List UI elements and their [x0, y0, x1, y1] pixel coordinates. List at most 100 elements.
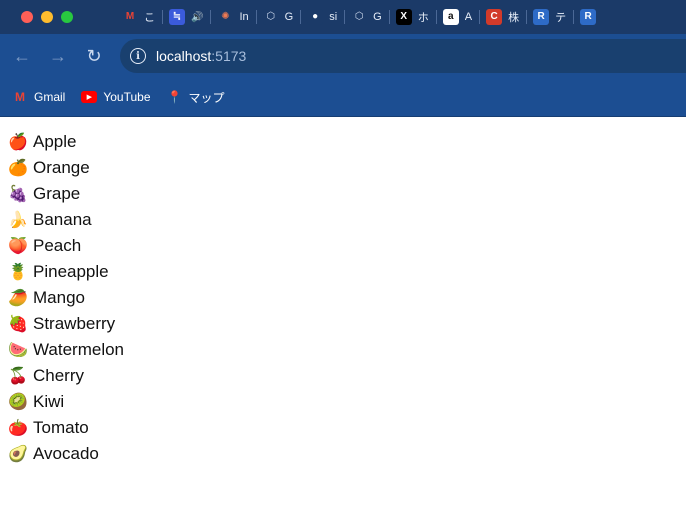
bookmark-maps[interactable]: 📍 マップ — [167, 89, 225, 106]
tab-title: A — [464, 11, 473, 23]
browser-tab[interactable]: ● si — [300, 6, 344, 28]
address-bar[interactable]: i localhost:5173 — [120, 39, 686, 73]
browser-tab[interactable]: Mこ — [115, 6, 162, 28]
tab-title: G — [373, 11, 382, 23]
c-icon: C — [486, 9, 503, 25]
fruit-emoji-icon: 🍓 — [8, 316, 28, 333]
speaker-icon[interactable]: 🔊 — [191, 12, 203, 23]
fruit-label: Grape — [33, 184, 81, 203]
tab-title: G — [284, 11, 294, 23]
bookmark-label: YouTube — [103, 90, 151, 104]
browser-tab[interactable]: aA — [435, 6, 479, 28]
list-item: 🍊 Orange — [8, 155, 686, 181]
fruit-emoji-icon: 🍒 — [8, 368, 28, 385]
browser-tab[interactable]: ≒ 🔊 — [162, 6, 210, 28]
gmail-icon: M — [15, 90, 25, 104]
list-item: 🍍 Pineapple — [8, 259, 686, 285]
list-item: 🍎 Apple — [8, 129, 686, 155]
fruit-emoji-icon: 🍅 — [8, 420, 28, 437]
burst-icon: ✺ — [217, 9, 234, 25]
fruit-emoji-icon: 🍊 — [8, 160, 28, 177]
fruit-list: 🍎 Apple 🍊 Orange 🍇 Grape 🍌 Banana 🍑 Peach 🍍 Pineapp… — [8, 129, 686, 467]
list-item: 🍉 Watermelon — [8, 337, 686, 363]
fullscreen-window-button[interactable] — [61, 11, 73, 23]
tab-title: 株 — [508, 12, 520, 24]
window-controls — [0, 11, 101, 23]
tab-title: In — [239, 11, 249, 23]
fruit-label: Kiwi — [33, 392, 65, 411]
list-item: 🥑 Avocado — [8, 441, 686, 467]
fruit-emoji-icon: 🍍 — [8, 264, 28, 281]
tab-list: M こ ≒ 🔊 ✺ In ⬡ G ● si ⬡ G X ホ a A C 株 R テ R — [115, 6, 603, 28]
list-item: 🍒 Cherry — [8, 363, 686, 389]
browser-tab[interactable]: ⬡ G — [344, 6, 389, 28]
tab-title: テ — [555, 12, 567, 24]
fruit-label: Watermelon — [33, 340, 125, 359]
fruit-label: Pineapple — [33, 262, 109, 281]
page-content: 🍎 Apple 🍊 Orange 🍇 Grape 🍌 Banana 🍑 Peach 🍍 Pineapp… — [0, 117, 686, 467]
fruit-emoji-icon: 🍌 — [8, 212, 28, 229]
back-button[interactable]: ← — [4, 38, 40, 74]
hexagon-icon: ⬡ — [351, 9, 368, 25]
list-item: 🍓 Strawberry — [8, 311, 686, 337]
fruit-emoji-icon: 🍉 — [8, 342, 28, 359]
x-icon: X — [395, 9, 412, 25]
browser-tab[interactable]: R — [573, 6, 603, 28]
url-host: localhost — [156, 48, 212, 64]
github-icon: ● — [307, 9, 324, 25]
list-item: 🍌 Banana — [8, 207, 686, 233]
bookmark-label: マップ — [188, 90, 225, 105]
fruit-label: Cherry — [33, 366, 85, 385]
fruit-emoji-icon: 🍑 — [8, 238, 28, 255]
fruit-label: Peach — [33, 236, 82, 255]
list-item: 🥝 Kiwi — [8, 389, 686, 415]
fruit-label: Banana — [33, 210, 92, 229]
youtube-icon: ▶ — [81, 91, 98, 103]
list-item: 🍑 Peach — [8, 233, 686, 259]
list-item: 🍇 Grape — [8, 181, 686, 207]
fruit-label: Tomato — [33, 418, 89, 437]
fruit-emoji-icon: 🥑 — [8, 446, 28, 463]
browser-tab[interactable]: Rテ — [526, 6, 573, 28]
arrow-left-icon: ← — [13, 45, 31, 66]
forward-button[interactable]: → — [40, 38, 76, 74]
close-window-button[interactable] — [21, 11, 33, 23]
fruit-label: Strawberry — [33, 314, 116, 333]
list-item: 🍅 Tomato — [8, 415, 686, 441]
tab-title: si — [329, 11, 338, 23]
fruit-emoji-icon: 🍇 — [8, 186, 28, 203]
browser-toolbar: ← → ↻ i localhost:5173 — [0, 34, 686, 78]
amazon-icon: a — [442, 9, 459, 25]
minimize-window-button[interactable] — [41, 11, 53, 23]
list-item: 🥭 Mango — [8, 285, 686, 311]
bookmark-youtube[interactable]: ▶ YouTube — [81, 90, 151, 104]
url-text: localhost:5173 — [156, 48, 246, 64]
bookmark-label: Gmail — [34, 90, 66, 104]
r-icon: R — [580, 9, 597, 25]
browser-tab[interactable]: Xホ — [388, 6, 436, 28]
gmail-icon: M — [122, 9, 138, 25]
tab-title: ホ — [417, 12, 429, 24]
reload-icon: ↻ — [86, 45, 102, 66]
fruit-emoji-icon: 🥝 — [8, 394, 28, 411]
browser-tab[interactable]: ✺ In — [210, 6, 255, 28]
bookmarks-bar: M Gmail ▶ YouTube 📍 マップ — [0, 78, 686, 117]
fruit-label: Orange — [33, 158, 90, 177]
reload-button[interactable]: ↻ — [76, 38, 112, 74]
fruit-emoji-icon: 🥭 — [8, 290, 28, 307]
hexagon-icon: ⬡ — [262, 9, 279, 25]
browser-chrome: M こ ≒ 🔊 ✺ In ⬡ G ● si ⬡ G X ホ a A C 株 R テ R ← → ↻ i localhos… — [0, 0, 686, 117]
fruit-emoji-icon: 🍎 — [8, 134, 28, 151]
maps-pin-icon: 📍 — [167, 90, 182, 104]
tab-title: こ — [144, 12, 155, 24]
fruit-label: Avocado — [33, 444, 99, 463]
fruit-label: Mango — [33, 288, 85, 307]
arrow-right-icon: → — [49, 45, 67, 66]
audio-app-icon: ≒ — [169, 9, 185, 25]
browser-tab[interactable]: ⬡ G — [255, 6, 301, 28]
browser-tab[interactable]: C株 — [479, 6, 526, 28]
url-port: :5173 — [211, 48, 247, 64]
tab-strip: M こ ≒ 🔊 ✺ In ⬡ G ● si ⬡ G X ホ a A C 株 R テ R — [0, 0, 686, 34]
bookmark-gmail[interactable]: M Gmail — [12, 90, 65, 104]
site-info-icon[interactable]: i — [130, 48, 146, 64]
